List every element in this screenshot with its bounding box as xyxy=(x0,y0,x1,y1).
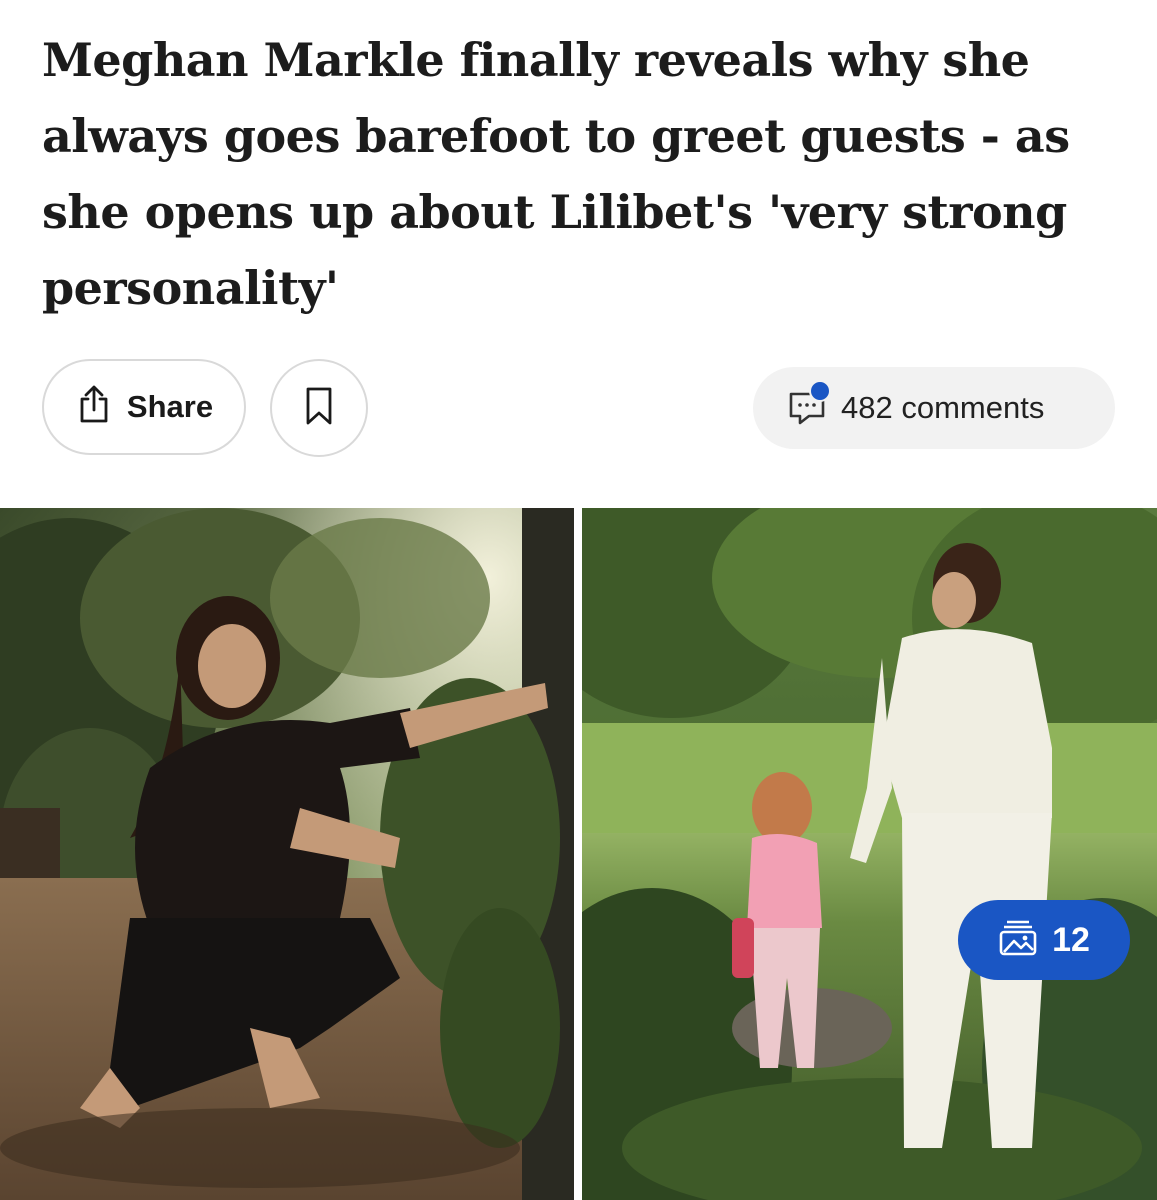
article-headline: Meghan Markle finally reveals why she al… xyxy=(42,33,1070,315)
image-count: 12 xyxy=(1052,920,1090,959)
comment-icon xyxy=(787,380,831,426)
share-icon xyxy=(75,385,113,430)
share-label: Share xyxy=(126,389,214,424)
comments-count: 482 comments xyxy=(841,390,1045,425)
bookmark-button[interactable] xyxy=(270,359,368,457)
gallery-photo-gardening[interactable] xyxy=(0,508,574,1200)
gallery-photo-mother-daughter[interactable] xyxy=(582,508,1157,1200)
image-count-badge[interactable]: 12 xyxy=(958,900,1130,980)
notification-dot xyxy=(809,380,831,402)
article-actions-bar: Share 482 comments xyxy=(42,359,1115,459)
bookmark-icon xyxy=(304,386,334,431)
gallery-divider xyxy=(574,508,582,1200)
photo-gallery[interactable]: 12 xyxy=(0,508,1157,1200)
share-button[interactable]: Share xyxy=(42,359,246,455)
comments-button[interactable]: 482 comments xyxy=(753,367,1115,449)
images-icon xyxy=(998,919,1038,962)
